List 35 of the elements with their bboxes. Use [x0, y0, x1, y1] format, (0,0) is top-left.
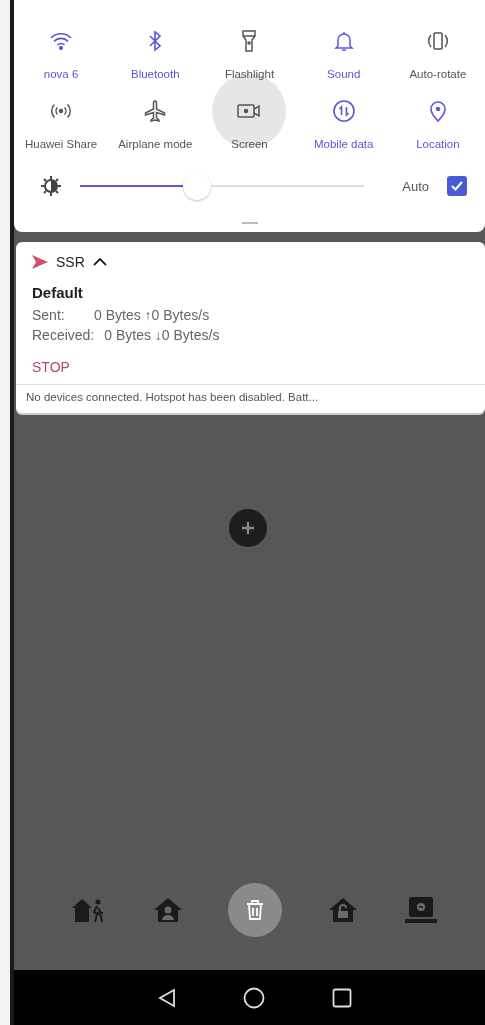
slider-thumb[interactable]	[182, 172, 211, 200]
back-icon[interactable]	[157, 987, 176, 1008]
tile-label: Location	[416, 138, 460, 150]
tile-label: Bluetooth	[131, 68, 180, 80]
add-button[interactable]	[228, 509, 267, 547]
monitor-icon[interactable]	[404, 896, 439, 924]
app-name: SSR	[56, 254, 85, 270]
notification-text: No devices connected. Hotspot has been disabled. Batt...	[26, 391, 319, 403]
drag-handle[interactable]	[241, 222, 258, 224]
tile-label: Screen	[231, 138, 268, 150]
tile-label: Mobile data	[313, 138, 374, 150]
plus-icon	[240, 521, 255, 535]
tile-label: Auto-rotate	[409, 68, 467, 80]
tile-label: Flashlight	[224, 68, 275, 80]
recents-icon[interactable]	[331, 987, 352, 1008]
trash-icon[interactable]	[228, 883, 283, 937]
tile-label: Airplane mode	[118, 138, 193, 150]
house-lock-icon[interactable]	[328, 896, 359, 924]
house-person-icon[interactable]	[152, 896, 183, 924]
chevron-icon[interactable]	[92, 257, 107, 267]
tile-label: nova 6	[43, 68, 79, 80]
stop-button[interactable]: STOP	[32, 359, 70, 375]
paper-plane-icon	[32, 255, 48, 269]
tile-label: Sound	[327, 68, 361, 80]
tile-label: Huawei Share	[24, 138, 98, 150]
brightness-icon	[40, 175, 62, 197]
stat-value: 0 Bytes ↓0 Bytes/s	[104, 326, 220, 345]
stat-label: Sent:	[32, 306, 66, 325]
stat-value: 0 Bytes ↑0 Bytes/s	[94, 306, 210, 325]
stat-label: Received:	[32, 326, 95, 345]
check-icon	[450, 179, 464, 193]
auto-label: Auto	[402, 178, 429, 194]
home-icon[interactable]	[242, 986, 265, 1009]
notification-title: Default	[32, 284, 84, 301]
auto-checkbox[interactable]	[447, 176, 467, 196]
